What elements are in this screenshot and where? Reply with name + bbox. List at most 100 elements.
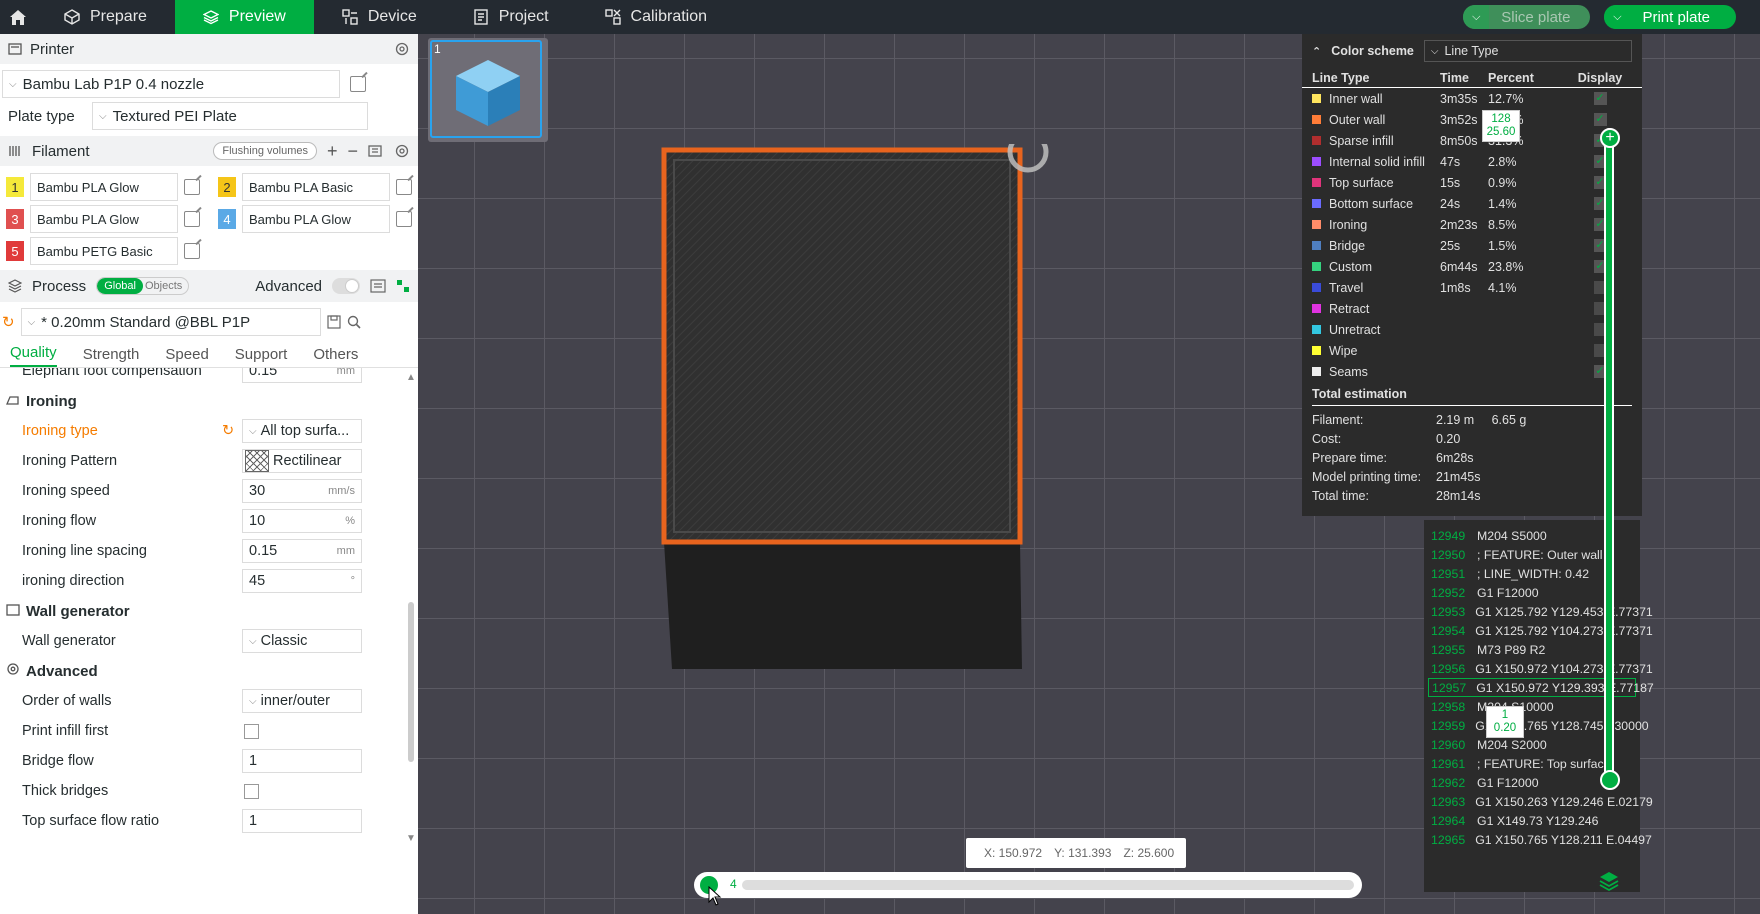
filament-slot-name[interactable]: Bambu PLA Glow bbox=[242, 205, 390, 233]
edit-icon[interactable] bbox=[350, 76, 366, 92]
edit-icon[interactable] bbox=[396, 211, 412, 227]
coord-x: X: 150.972 bbox=[984, 846, 1043, 860]
plate-type-value: Textured PEI Plate bbox=[112, 107, 237, 125]
filament-slot-number[interactable]: 4 bbox=[218, 209, 236, 229]
search-icon[interactable] bbox=[347, 315, 361, 329]
legend-title: Color scheme bbox=[1331, 44, 1414, 58]
tab-speed[interactable]: Speed bbox=[165, 346, 208, 367]
print-plate-button[interactable]: ⌵ Print plate bbox=[1604, 5, 1736, 29]
param-input[interactable]: 30 mm/s bbox=[242, 479, 362, 503]
plate-type-label: Plate type bbox=[8, 107, 75, 125]
layer-upper-thumb[interactable]: + bbox=[1600, 128, 1620, 148]
legend-line-name: Ironing bbox=[1329, 217, 1368, 232]
collapse-icon[interactable]: ⌃ bbox=[1312, 45, 1321, 58]
gcode-line-number: 12960 bbox=[1431, 737, 1466, 752]
display-checkbox[interactable]: ✓ bbox=[1593, 92, 1607, 105]
group-ironing: Ironing bbox=[0, 386, 418, 416]
param-input[interactable]: 1 bbox=[242, 749, 362, 773]
tab-quality[interactable]: Quality bbox=[10, 344, 57, 367]
edit-icon[interactable] bbox=[184, 243, 200, 259]
edit-icon[interactable] bbox=[396, 179, 412, 195]
param-input[interactable]: 1 bbox=[242, 809, 362, 833]
layer-slider[interactable]: + bbox=[1600, 112, 1620, 842]
layer-slider-track[interactable] bbox=[1604, 128, 1614, 778]
color-swatch bbox=[1312, 367, 1321, 376]
3d-viewport[interactable]: 1 ⌃ Color scheme ⌵ Line Type Line Type T… bbox=[418, 34, 1760, 914]
advanced-toggle[interactable] bbox=[332, 278, 360, 294]
gcode-line-number: 12963 bbox=[1431, 794, 1466, 809]
tab-calibration[interactable]: Calibration bbox=[577, 0, 735, 34]
param-input[interactable]: 0.15 mm bbox=[242, 368, 362, 383]
filament-slot-name[interactable]: Bambu PLA Glow bbox=[30, 173, 178, 201]
filament-slot-number[interactable]: 3 bbox=[6, 209, 24, 229]
order-of-walls-select[interactable]: ⌵ inner/outer bbox=[242, 689, 362, 713]
move-slider-track[interactable] bbox=[742, 880, 1354, 890]
ironing-pattern-select[interactable]: Rectilinear bbox=[242, 449, 362, 473]
list-icon[interactable] bbox=[370, 278, 386, 294]
legend-line-type: Top surface bbox=[1312, 176, 1440, 190]
plate-thumbnail[interactable]: 1 bbox=[428, 38, 548, 142]
legend-time: 2m23s bbox=[1440, 217, 1478, 232]
tab-strength[interactable]: Strength bbox=[83, 346, 140, 367]
global-option[interactable]: Global bbox=[97, 278, 143, 294]
filament-slot-number[interactable]: 5 bbox=[6, 241, 24, 261]
global-objects-toggle[interactable]: Global Objects bbox=[96, 277, 190, 295]
estimation-key: Total time: bbox=[1312, 488, 1369, 503]
printer-preset-select[interactable]: ⌵ Bambu Lab P1P 0.4 nozzle bbox=[2, 70, 340, 98]
save-icon[interactable] bbox=[326, 315, 341, 329]
layer-lower-thumb[interactable] bbox=[1600, 770, 1620, 790]
param-input[interactable]: 0.15 mm bbox=[242, 539, 362, 563]
gcode-line-number: 12962 bbox=[1431, 775, 1466, 790]
filament-slot-number[interactable]: 1 bbox=[6, 177, 24, 197]
slice-plate-button[interactable]: ⌵ Slice plate bbox=[1463, 5, 1591, 29]
filament-slot-number[interactable]: 2 bbox=[218, 177, 236, 197]
tab-project[interactable]: Project bbox=[445, 0, 577, 34]
filament-slot-name[interactable]: Bambu PLA Basic bbox=[242, 173, 390, 201]
print-infill-first-checkbox[interactable] bbox=[244, 723, 259, 739]
plate-type-select[interactable]: ⌵ Textured PEI Plate bbox=[92, 102, 368, 130]
tab-others[interactable]: Others bbox=[313, 346, 358, 367]
reset-icon[interactable]: ↻ bbox=[222, 423, 234, 439]
color-scheme-select[interactable]: ⌵ Line Type bbox=[1423, 40, 1632, 62]
legend-line-name: Wipe bbox=[1329, 343, 1358, 358]
gear-icon[interactable] bbox=[394, 143, 410, 159]
estimation-row: Filament: 2.19 m 6.65 g bbox=[1312, 410, 1632, 429]
tab-device[interactable]: Device bbox=[314, 0, 445, 34]
flushing-volumes-button[interactable]: Flushing volumes bbox=[213, 142, 317, 160]
gear-icon[interactable] bbox=[394, 41, 410, 57]
thick-bridges-checkbox[interactable] bbox=[244, 783, 259, 799]
param-input[interactable]: 10% bbox=[242, 509, 362, 533]
ironing-type-select[interactable]: ⌵ All top surfa... bbox=[242, 419, 362, 443]
legend-time: 25s bbox=[1440, 238, 1461, 253]
move-slider[interactable]: 4 bbox=[694, 872, 1362, 906]
edit-icon[interactable] bbox=[184, 211, 200, 227]
filament-slot-name[interactable]: Bambu PETG Basic bbox=[30, 237, 178, 265]
layers-toggle-icon[interactable] bbox=[1598, 870, 1620, 892]
legend-line-name: Outer wall bbox=[1329, 112, 1386, 127]
param-ironing-direction: ironing direction 45 ° bbox=[0, 566, 418, 596]
reset-icon[interactable]: ↻ bbox=[2, 313, 15, 331]
home-button[interactable] bbox=[0, 0, 36, 34]
process-preset-select[interactable]: ⌵ * 0.20mm Standard @BBL P1P bbox=[20, 308, 321, 336]
process-section-title: Process bbox=[32, 277, 87, 295]
chevron-down-icon: ⌵ bbox=[249, 425, 257, 437]
chevron-down-icon[interactable]: ⌵ bbox=[1604, 5, 1631, 29]
compare-icon[interactable] bbox=[396, 279, 410, 293]
legend-line-type: Bridge bbox=[1312, 239, 1440, 253]
param-input[interactable]: 45 ° bbox=[242, 569, 362, 593]
column-header: Line Type bbox=[1312, 70, 1370, 85]
edit-icon[interactable] bbox=[184, 179, 200, 195]
sliced-model[interactable] bbox=[658, 144, 1078, 694]
objects-option[interactable]: Objects bbox=[143, 278, 188, 294]
filament-section-header: Filament Flushing volumes + − bbox=[0, 136, 418, 166]
filament-slot-name[interactable]: Bambu PLA Glow bbox=[30, 205, 178, 233]
sync-ams-icon[interactable] bbox=[368, 143, 384, 159]
param-value: 0.15 bbox=[249, 368, 278, 379]
remove-icon[interactable]: − bbox=[347, 141, 358, 162]
wall-generator-select[interactable]: ⌵ Classic bbox=[242, 629, 362, 653]
tab-support[interactable]: Support bbox=[235, 346, 288, 367]
tab-preview[interactable]: Preview bbox=[174, 0, 314, 34]
chevron-down-icon[interactable]: ⌵ bbox=[1463, 5, 1490, 29]
add-icon[interactable]: + bbox=[327, 141, 338, 162]
tab-prepare[interactable]: Prepare bbox=[36, 0, 175, 34]
